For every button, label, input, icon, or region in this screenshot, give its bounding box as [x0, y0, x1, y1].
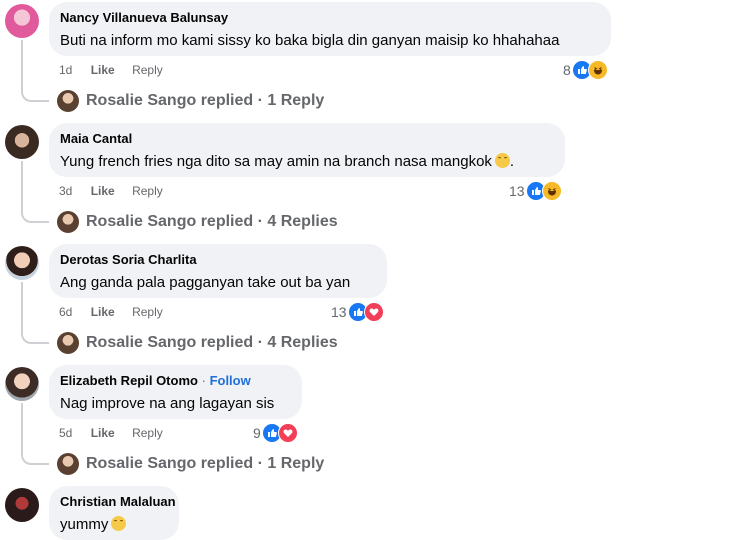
like-button[interactable]: Like — [91, 183, 115, 199]
like-button[interactable]: Like — [91, 304, 115, 320]
like-button[interactable]: Like — [91, 62, 115, 78]
view-replies-link[interactable]: Rosalie Sango replied · 4 Replies — [57, 210, 338, 234]
comment-actions: 6d Like Reply — [59, 304, 163, 320]
comment-actions: 3d Like Reply — [59, 183, 163, 199]
reaction-count: 9 — [253, 425, 261, 441]
reply-button[interactable]: Reply — [132, 62, 163, 78]
avatar — [57, 332, 79, 354]
reaction-summary[interactable]: 9 — [253, 423, 298, 443]
replies-summary: Rosalie Sango replied · 1 Reply — [86, 92, 325, 109]
comment-bubble: Maia Cantal Yung french fries nga dito s… — [49, 123, 565, 177]
comment-author[interactable]: Elizabeth Repil Otomo — [60, 373, 198, 388]
love-icon — [363, 302, 384, 322]
comment-author-line: Elizabeth Repil Otomo · Follow — [60, 372, 290, 390]
thread-connector — [21, 451, 49, 465]
thread-line — [21, 40, 23, 92]
haha-icon — [541, 181, 562, 201]
reaction-summary[interactable]: 13 — [331, 302, 384, 322]
replies-summary: Rosalie Sango replied · 4 Replies — [86, 334, 338, 351]
replies-summary: Rosalie Sango replied · 4 Replies — [86, 213, 338, 230]
comment-text: Ang ganda pala pagganyan take out ba yan — [60, 274, 351, 291]
reaction-count: 13 — [331, 304, 347, 320]
comment-bubble: Elizabeth Repil Otomo · Follow Nag impro… — [49, 365, 302, 419]
comment-text: Buti na inform mo kami sissy ko baka big… — [60, 32, 560, 49]
comment-time[interactable]: 6d — [59, 304, 72, 320]
avatar — [57, 211, 79, 233]
avatar — [57, 90, 79, 112]
thread-line — [21, 161, 23, 213]
comment-author[interactable]: Maia Cantal — [60, 130, 553, 148]
thread-line — [21, 403, 23, 455]
view-replies-link[interactable]: Rosalie Sango replied · 1 Reply — [57, 452, 324, 476]
love-icon — [277, 423, 298, 443]
comment-actions: 1d Like Reply — [59, 62, 163, 78]
thread-connector — [21, 209, 49, 223]
comment-text: Nag improve na ang lagayan sis — [60, 395, 275, 412]
avatar[interactable] — [5, 125, 39, 159]
separator-dot: · — [201, 373, 206, 388]
reaction-count: 8 — [563, 62, 571, 78]
avatar[interactable] — [5, 4, 39, 38]
reply-button[interactable]: Reply — [132, 304, 163, 320]
grin-emoji-icon — [111, 516, 127, 531]
comment-author[interactable]: Christian Malaluan — [60, 493, 176, 511]
comment-bubble: Derotas Soria Charlita Ang ganda pala pa… — [49, 244, 387, 298]
comment-author[interactable]: Nancy Villanueva Balunsay — [60, 9, 599, 27]
comment-text: yummy — [60, 514, 167, 536]
reaction-count: 13 — [509, 183, 525, 199]
follow-button[interactable]: Follow — [210, 373, 251, 388]
avatar[interactable] — [5, 488, 39, 522]
thread-connector — [21, 88, 49, 102]
view-replies-link[interactable]: Rosalie Sango replied · 4 Replies — [57, 331, 338, 355]
avatar — [57, 453, 79, 475]
comment-actions: 5d Like Reply — [59, 425, 163, 441]
like-button[interactable]: Like — [91, 425, 115, 441]
grin-emoji-icon — [494, 153, 510, 168]
avatar[interactable] — [5, 367, 39, 401]
avatar[interactable] — [5, 246, 39, 280]
comment-time[interactable]: 5d — [59, 425, 72, 441]
reaction-summary[interactable]: 8 — [563, 60, 608, 80]
reply-button[interactable]: Reply — [132, 425, 163, 441]
comment-author[interactable]: Derotas Soria Charlita — [60, 251, 375, 269]
replies-summary: Rosalie Sango replied · 1 Reply — [86, 455, 325, 472]
comment-time[interactable]: 3d — [59, 183, 72, 199]
view-replies-link[interactable]: Rosalie Sango replied · 1 Reply — [57, 89, 324, 113]
comment-text: Yung french fries nga dito sa may amin n… — [60, 153, 515, 170]
reaction-summary[interactable]: 13 — [509, 181, 562, 201]
thread-line — [21, 282, 23, 334]
haha-icon — [587, 60, 608, 80]
comment-time[interactable]: 1d — [59, 62, 72, 78]
comment-bubble: Nancy Villanueva Balunsay Buti na inform… — [49, 2, 611, 56]
reply-button[interactable]: Reply — [132, 183, 163, 199]
thread-connector — [21, 330, 49, 344]
